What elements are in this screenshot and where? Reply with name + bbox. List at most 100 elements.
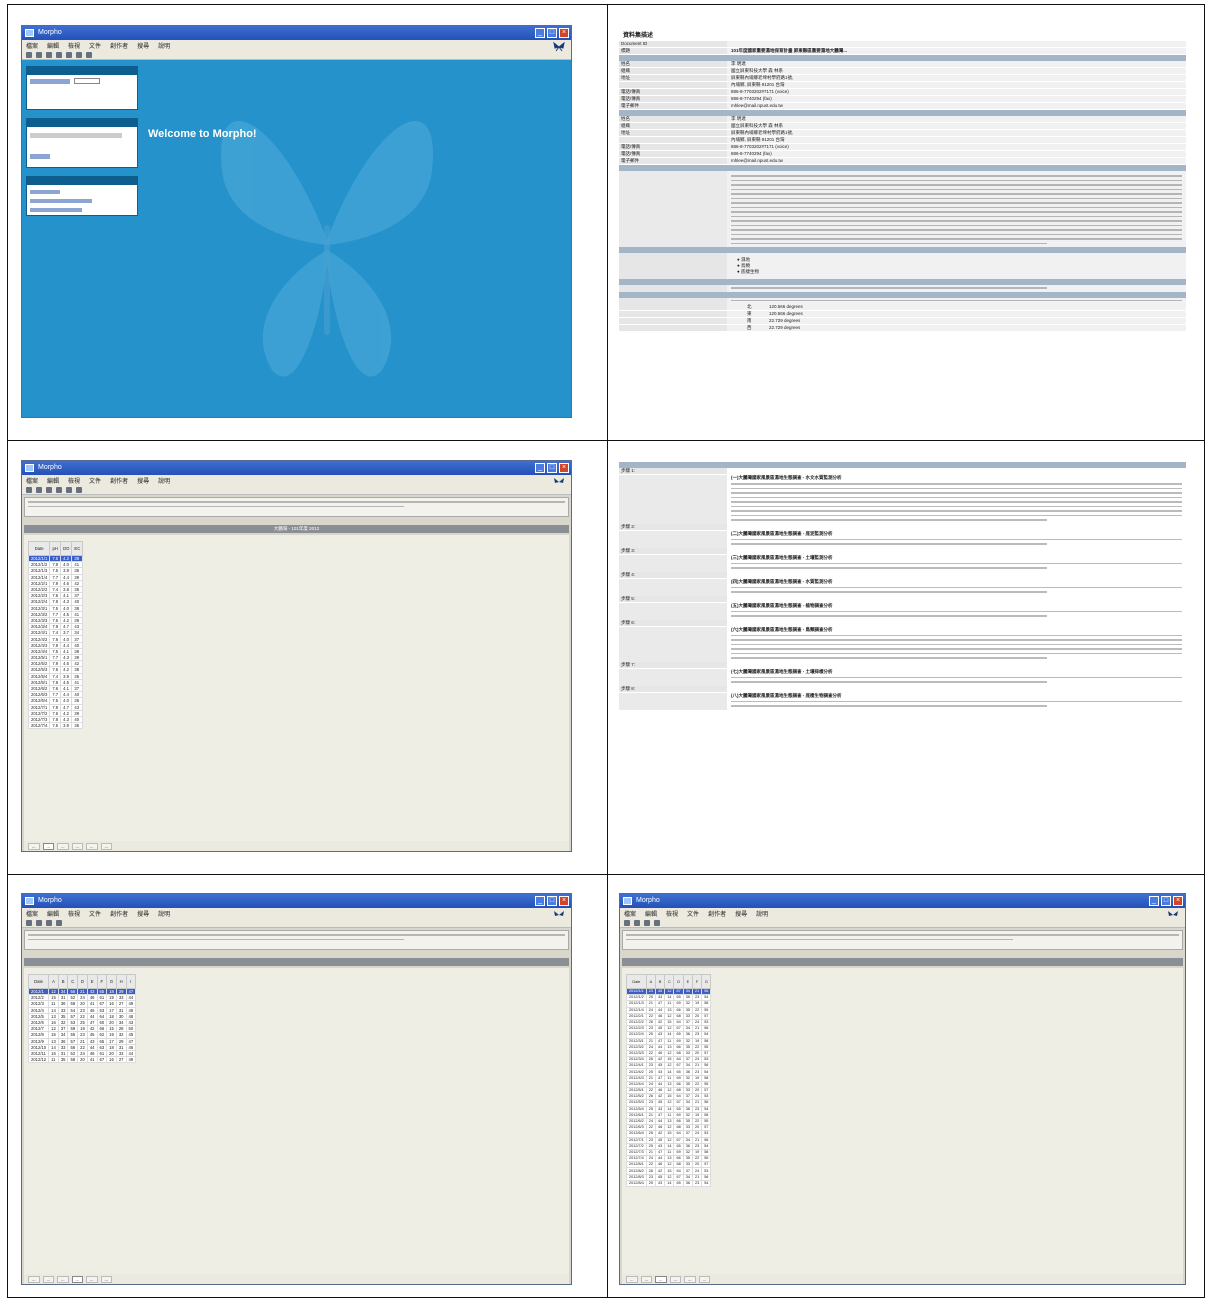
column-header[interactable]: G (701, 974, 712, 989)
table-cell[interactable]: 2012/3/2 (626, 1043, 647, 1051)
table-cell[interactable]: 2012/4/2 (626, 1068, 647, 1076)
table-cell[interactable]: 2012/4/4 (27, 647, 51, 656)
search-icon[interactable] (654, 919, 660, 926)
table-cell[interactable]: 2012/8/3 (626, 1173, 647, 1181)
table-cell[interactable]: 2012/6/2 (27, 684, 51, 693)
menu-document[interactable]: 文件 (89, 476, 101, 485)
tab[interactable]: ... (28, 842, 40, 850)
table-cell[interactable]: 54 (701, 1179, 712, 1188)
table-cell[interactable]: 11 (48, 1056, 59, 1064)
table-cell[interactable]: 2012/2/3 (626, 1025, 647, 1033)
copy-icon[interactable] (76, 486, 82, 493)
tab[interactable]: ... (86, 842, 98, 850)
column-header[interactable]: C (664, 974, 675, 989)
table-cell[interactable]: 2012/2/1 (626, 1012, 647, 1020)
table-row[interactable]: 2012/6/1 7.8 4.5 41 (27, 678, 84, 686)
table-cell[interactable]: 2012/6/3 (626, 1124, 647, 1132)
table-cell[interactable]: 27 (115, 1056, 127, 1064)
task-link[interactable] (30, 190, 60, 194)
column-header[interactable]: Date (27, 974, 50, 989)
tab[interactable]: ... (28, 1275, 40, 1283)
table-row[interactable]: 2012/7/3 21 47 11 69 32 19 58 (626, 1148, 712, 1157)
tab[interactable]: ... (57, 1275, 69, 1283)
table-cell[interactable]: 2012/1/1 (626, 987, 647, 996)
table-cell[interactable]: 49 (125, 1056, 137, 1064)
table-row[interactable]: 2012/3/1 21 47 11 69 32 19 58 (626, 1037, 712, 1045)
data-table[interactable]: Date A B C D E F G 2012/1/1 23 45 12 67 34 21 56 2012/1/… (626, 974, 712, 1188)
table-row[interactable]: 2012/2/3 23 45 12 67 34 21 56 (626, 1025, 712, 1033)
table-cell[interactable]: 2012/8/4 (626, 1179, 647, 1188)
column-header[interactable]: Date (626, 974, 647, 989)
table-cell[interactable]: 2012/3/3 (27, 616, 51, 625)
table-cell[interactable]: 2012/4/4 (626, 1080, 647, 1089)
table-cell[interactable]: 2012/5/3 (626, 1099, 647, 1107)
table-row[interactable]: 2012/2/3 7.6 4.1 37 (27, 592, 84, 600)
tab[interactable]: ... (71, 842, 83, 850)
task-link[interactable] (30, 199, 92, 203)
table-cell[interactable]: 43 (655, 1179, 666, 1188)
tab[interactable]: ... (57, 842, 69, 850)
column-header[interactable]: A (645, 974, 657, 989)
table-cell[interactable]: 20 (77, 1056, 88, 1064)
table-row[interactable]: 2012/8/2 26 42 15 64 37 24 53 (626, 1167, 712, 1175)
table-cell[interactable]: 2012/7/2 (626, 1142, 647, 1150)
table-cell[interactable]: 2012/5/1 (626, 1086, 647, 1095)
tab[interactable]: ... (669, 1275, 681, 1283)
tab[interactable]: ... (698, 1275, 710, 1283)
menu-edit[interactable]: 編輯 (47, 41, 59, 50)
table-row[interactable]: 2012/1/4 24 44 13 66 35 22 55 (626, 1006, 712, 1014)
new-icon[interactable] (26, 51, 32, 58)
email-link[interactable]: mhlee@mail.npust.edu.tw (727, 158, 1186, 164)
table-row[interactable]: 2012/4/3 7.8 4.4 40 (27, 641, 84, 649)
table-row[interactable]: 2012/5/4 7.4 3.9 35 (27, 672, 84, 680)
table-row[interactable]: 2012/3/3 22 46 12 68 33 20 57 (626, 1049, 712, 1058)
table-row[interactable]: 2012/11 16 31 52 24 46 61 20 33 44 (27, 1049, 137, 1058)
open-icon[interactable] (36, 919, 42, 926)
table-cell[interactable]: 16 (106, 1056, 117, 1064)
table-row[interactable]: 2012/8/3 23 45 12 67 34 21 56 (626, 1173, 712, 1181)
table-cell[interactable]: 2012/7/4 (626, 1155, 647, 1163)
panel-link[interactable] (30, 154, 50, 159)
new-icon[interactable] (26, 486, 32, 493)
menu-creator[interactable]: 創作者 (110, 909, 128, 918)
menu-creator[interactable]: 創作者 (708, 909, 726, 918)
new-icon[interactable] (624, 919, 630, 926)
table-cell[interactable]: 2012/1/4 (27, 573, 51, 581)
table-row[interactable]: 2012/4/2 25 43 14 65 36 23 54 (626, 1068, 712, 1076)
column-header[interactable]: E (86, 974, 98, 989)
table-cell[interactable]: 3.9 (60, 722, 73, 730)
table-cell[interactable]: 2012/6/3 (27, 691, 51, 699)
column-header[interactable]: B (57, 974, 69, 989)
column-header[interactable]: F (691, 974, 703, 989)
column-header[interactable]: I (125, 974, 137, 989)
table-row[interactable]: 2012/4/1 7.4 3.7 34 (27, 629, 84, 637)
minimize-button[interactable]: _ (535, 28, 545, 38)
table-row[interactable]: 2012/4/3 21 47 11 69 32 19 58 (626, 1074, 712, 1082)
menu-view[interactable]: 檢視 (68, 41, 80, 50)
table-row[interactable]: 2012/5/2 26 42 15 64 37 24 53 (626, 1093, 712, 1101)
menu-edit[interactable]: 編輯 (645, 909, 657, 918)
table-cell[interactable]: 2012/3/3 (626, 1049, 647, 1058)
table-cell[interactable]: 2012/4/3 (27, 641, 51, 649)
table-row[interactable]: 2012/3/2 24 44 13 66 35 22 55 (626, 1043, 712, 1051)
menu-file[interactable]: 檔案 (26, 909, 38, 918)
table-cell[interactable]: 2012/3/4 (27, 623, 51, 631)
save-icon[interactable] (644, 919, 650, 926)
table-row[interactable]: 2012/1/3 7.5 3.9 36 (27, 567, 84, 575)
close-button[interactable]: × (559, 28, 569, 38)
table-cell[interactable]: 2012/6/4 (27, 697, 51, 705)
table-cell[interactable]: 2012/5/4 (626, 1105, 647, 1113)
table-cell[interactable]: 2012/10 (27, 1043, 50, 1051)
table-row[interactable]: 2012/5/3 23 45 12 67 34 21 56 (626, 1099, 712, 1107)
table-cell[interactable]: 2012/1/1 (27, 554, 51, 563)
minimize-button[interactable]: _ (1149, 896, 1159, 906)
open-icon[interactable] (36, 51, 42, 58)
tab[interactable]: ... (626, 1275, 638, 1283)
table-row[interactable]: 2012/2/2 26 42 15 64 37 24 53 (626, 1018, 712, 1027)
menu-search[interactable]: 搜尋 (137, 41, 149, 50)
search-icon[interactable] (56, 919, 62, 926)
table-row[interactable]: 2012/2/2 7.4 3.8 35 (27, 585, 84, 594)
table-row[interactable]: 2012/8/4 25 43 14 65 36 23 54 (626, 1179, 712, 1188)
table-row[interactable]: 2012/6/3 22 46 12 68 33 20 57 (626, 1124, 712, 1132)
table-cell[interactable]: 2012/3/1 (27, 604, 51, 612)
